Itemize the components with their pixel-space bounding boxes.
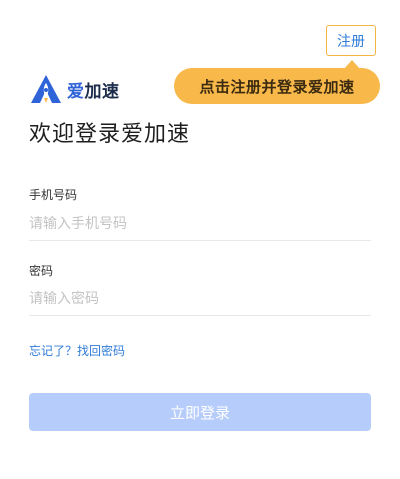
password-input[interactable]: [29, 283, 371, 316]
page-title: 欢迎登录爱加速: [29, 122, 191, 147]
logo-text-rest: 加速: [84, 81, 120, 102]
rocket-logo-icon: [31, 75, 61, 103]
phone-input[interactable]: [29, 208, 371, 241]
register-tooltip: 点击注册并登录爱加速: [174, 68, 380, 104]
logo-text: 爱加速: [67, 77, 120, 102]
logo-text-accent: 爱: [67, 81, 85, 102]
login-page: 注册 点击注册并登录爱加速 爱加速 欢迎登录爱加速 手机号码 密码 忘记了？找回…: [0, 0, 400, 479]
phone-label: 手机号码: [29, 188, 78, 202]
password-label: 密码: [29, 264, 54, 278]
forgot-password-link[interactable]: 忘记了？找回密码: [29, 342, 125, 359]
login-button[interactable]: 立即登录: [29, 393, 371, 431]
app-logo: 爱加速: [29, 74, 120, 104]
register-button[interactable]: 注册: [326, 25, 376, 56]
